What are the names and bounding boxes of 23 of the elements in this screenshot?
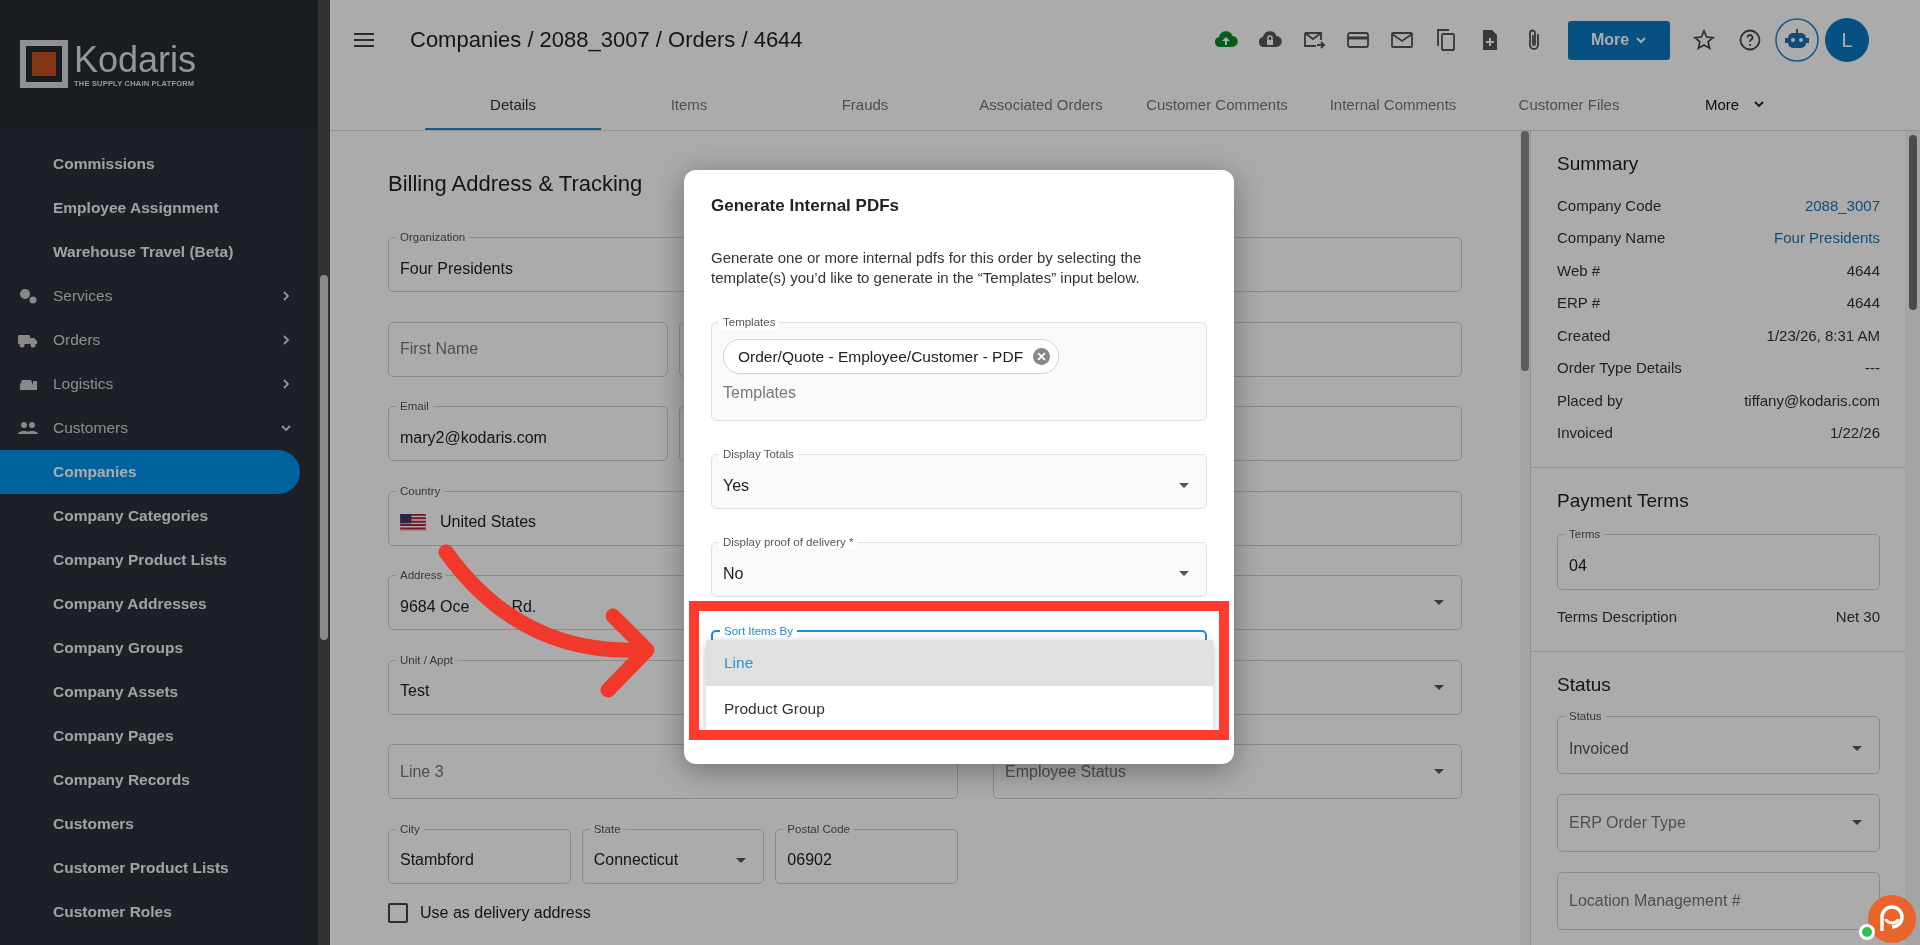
summary-label: Invoiced — [1557, 424, 1613, 442]
summary-label: ERP # — [1557, 294, 1601, 312]
summary-label: Placed by — [1557, 391, 1623, 409]
summary-value: 1/23/26, 8:31 AM — [1766, 326, 1880, 344]
breadcrumb: Companies / 2088_3007 / Orders / 4644 — [410, 27, 803, 53]
summary-label: Order Type Details — [1557, 359, 1682, 377]
logo-wordmark: Kodaris — [74, 40, 197, 79]
summary-value: 1/22/26 — [1829, 424, 1880, 442]
summary-label: Web # — [1557, 261, 1601, 279]
terms-label: Terms Description — [1557, 607, 1678, 625]
panel-title: Summary — [1557, 153, 1640, 175]
panel-title: Payment Terms — [1557, 490, 1690, 512]
section-title: Billing Address & Tracking — [388, 171, 644, 197]
summary-value: 4644 — [1846, 261, 1880, 279]
panel-title: Status — [1557, 673, 1612, 696]
summary-label: Company Name — [1557, 229, 1666, 247]
summary-label: Company Code — [1557, 196, 1662, 214]
dialog-title: Generate Internal PDFs — [711, 196, 900, 216]
terms-value: Net 30 — [1835, 607, 1880, 625]
summary-value: 4644 — [1846, 294, 1880, 312]
summary-value: tiffany@kodaris.com — [1744, 391, 1880, 409]
summary-label: Created — [1557, 326, 1611, 344]
summary-value: --- — [1865, 359, 1880, 377]
